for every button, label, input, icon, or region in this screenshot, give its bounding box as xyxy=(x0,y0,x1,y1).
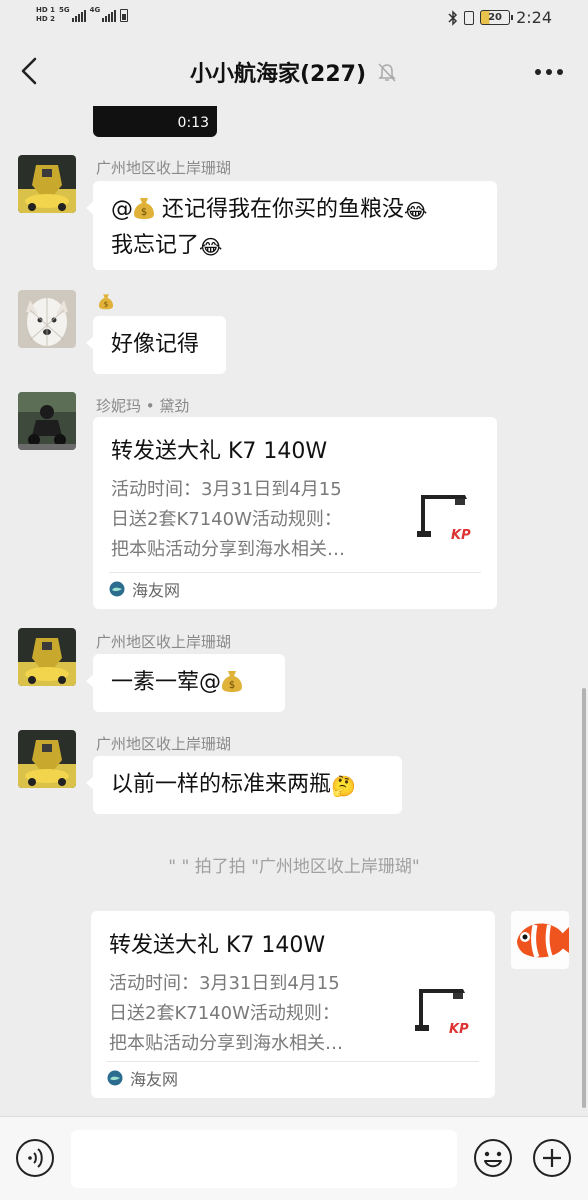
hd1-label: HD 1 xyxy=(36,6,55,14)
battery-level: 20 xyxy=(488,12,503,23)
plus-icon[interactable] xyxy=(532,1138,572,1178)
aquarium-light-thumbnail: KP xyxy=(405,981,477,1047)
card-desc-line: 把本贴活动分享到海水相关… xyxy=(109,1033,343,1054)
avatar[interactable] xyxy=(18,290,76,348)
message-bubble[interactable]: 好像记得 xyxy=(86,316,226,374)
clock: 2:24 xyxy=(516,8,552,27)
card-title: 转发送大礼 K7 140W xyxy=(109,933,326,958)
card-divider xyxy=(109,572,481,573)
sender-name: 广州地区收上岸珊瑚 xyxy=(96,735,232,753)
my-avatar[interactable] xyxy=(511,911,569,969)
sender-name: 广州地区收上岸珊瑚 xyxy=(96,633,232,651)
card-source: 海友网 xyxy=(107,1066,178,1090)
hd-indicator: HD 1 HD 2 xyxy=(36,6,55,24)
vibrate-icon xyxy=(464,10,475,25)
svg-text:$: $ xyxy=(104,299,109,308)
chat-title[interactable]: 小小航海家(227) xyxy=(190,56,366,88)
card-description: 活动时间：3月31日到4月15 日送2套K7140W活动规则： 把本贴活动分享到… xyxy=(111,475,381,565)
laugh-emoji: 😂 xyxy=(199,235,223,259)
input-bar xyxy=(0,1116,588,1200)
money-bag-icon: $ xyxy=(134,198,154,219)
aquarium-light-thumbnail: KP xyxy=(407,487,479,553)
money-bag-icon: $ xyxy=(222,671,243,692)
title-container: 小小航海家(227) xyxy=(0,56,588,88)
card-desc-line: 活动时间：3月31日到4月15 xyxy=(109,973,340,994)
battery-icon: 20 xyxy=(480,10,514,25)
money-bag-icon: $ xyxy=(98,294,114,310)
avatar[interactable] xyxy=(18,155,76,213)
sender-name: 广州地区收上岸珊瑚 xyxy=(96,159,232,177)
video-duration: 0:13 xyxy=(177,115,209,131)
card-title: 转发送大礼 K7 140W xyxy=(111,439,328,464)
laugh-cry-emoji: 😂 xyxy=(404,199,428,223)
card-description: 活动时间：3月31日到4月15 日送2套K7140W活动规则： 把本贴活动分享到… xyxy=(109,969,379,1059)
message-text-part: 还记得我在你买的鱼粮没 xyxy=(155,197,404,222)
chat-header: 小小航海家(227) xyxy=(0,36,588,106)
status-right: 20 2:24 xyxy=(448,8,552,27)
emoji-icon[interactable] xyxy=(473,1138,513,1178)
svg-text:$: $ xyxy=(141,207,147,218)
bluetooth-icon xyxy=(448,9,458,26)
card-desc-line: 把本贴活动分享到海水相关… xyxy=(111,539,345,560)
message-input[interactable] xyxy=(71,1130,457,1188)
message-bubble[interactable]: @ $ 还记得我在你买的鱼粮没😂 我忘记了😂 xyxy=(86,181,497,270)
svg-text:KP: KP xyxy=(451,528,471,543)
message-text: 一素一荤@ xyxy=(111,670,222,695)
card-divider xyxy=(107,1061,479,1062)
network-5g-label: 5G xyxy=(58,6,70,14)
avatar[interactable] xyxy=(18,730,76,788)
svg-text:$: $ xyxy=(229,680,235,691)
more-icon[interactable] xyxy=(534,68,564,76)
avatar[interactable] xyxy=(18,392,76,450)
mention-at: @ xyxy=(111,197,133,222)
haiyou-logo-icon xyxy=(109,581,125,597)
message-bubble[interactable]: 一素一荤@ $ xyxy=(86,654,285,712)
sender-name: 珍妮玛 • 黛劲 xyxy=(96,397,190,415)
mute-icon xyxy=(378,63,396,82)
title-wrap: 小小航海家(227) xyxy=(190,56,398,88)
signal-icon-2 xyxy=(102,8,117,22)
status-bar: HD 1 HD 2 5G 4G 20 2:24 xyxy=(0,0,588,36)
message-text-line2: 我忘记了 xyxy=(111,233,200,258)
link-card-sent[interactable]: 转发送大礼 K7 140W 活动时间：3月31日到4月15 日送2套K7140W… xyxy=(91,911,495,1098)
video-message[interactable]: 0:13 xyxy=(93,106,217,137)
card-desc-line: 活动时间：3月31日到4月15 xyxy=(111,479,342,500)
message-text: 以前一样的标准来两瓶 xyxy=(111,772,332,797)
message-bubble[interactable]: 以前一样的标准来两瓶🤔 xyxy=(86,756,402,814)
status-left: HD 1 HD 2 5G 4G xyxy=(36,6,129,24)
sim-icon xyxy=(120,8,129,22)
card-source: 海友网 xyxy=(109,577,180,601)
avatar[interactable] xyxy=(18,628,76,686)
card-desc-line: 日送2套K7140W活动规则： xyxy=(109,1003,340,1024)
message-list[interactable]: 0:13 广州地区收上岸珊瑚 @ $ 还记得我在你买的鱼粮没😂 我忘记了😂 $ 好像… xyxy=(0,106,588,1116)
card-desc-line: 日送2套K7140W活动规则： xyxy=(111,509,342,530)
scrollbar[interactable] xyxy=(582,688,586,1108)
message-text: 好像记得 xyxy=(111,332,200,357)
system-message-pat: " " 拍了拍 "广州地区收上岸珊瑚" xyxy=(168,857,420,877)
signal-icon xyxy=(71,8,86,22)
svg-text:KP: KP xyxy=(449,1022,469,1037)
network-4g-label: 4G xyxy=(89,6,101,14)
hd2-label: HD 2 xyxy=(36,15,55,23)
link-card[interactable]: 转发送大礼 K7 140W 活动时间：3月31日到4月15 日送2套K7140W… xyxy=(93,417,497,609)
thinking-emoji: 🤔 xyxy=(331,774,356,798)
card-source-name: 海友网 xyxy=(130,1070,179,1089)
haiyou-logo-icon xyxy=(107,1070,123,1086)
card-source-name: 海友网 xyxy=(132,581,181,600)
voice-icon[interactable] xyxy=(15,1138,55,1178)
message-text: @ $ 还记得我在你买的鱼粮没😂 我忘记了😂 xyxy=(111,197,427,258)
